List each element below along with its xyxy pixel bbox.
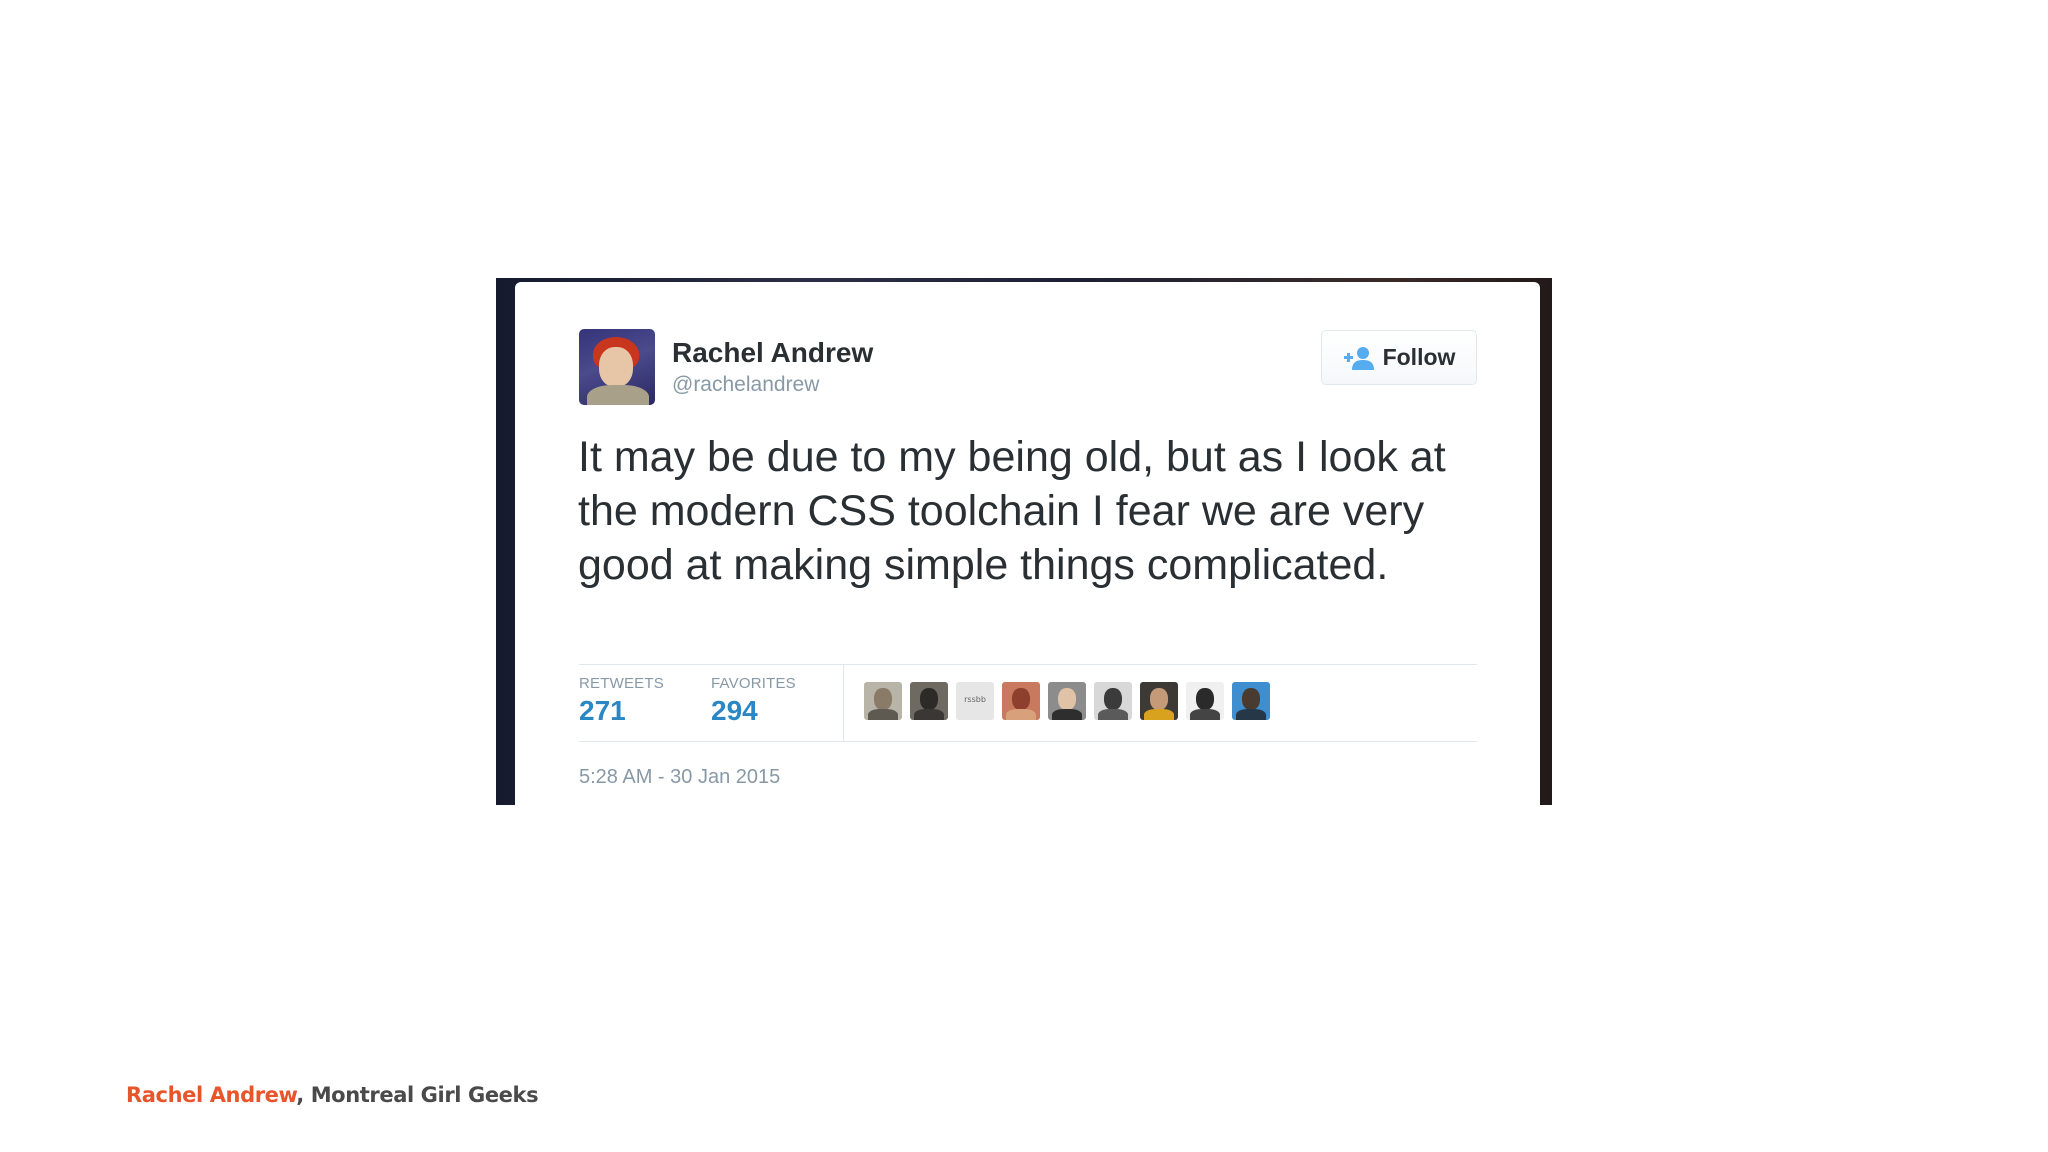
- retweets-label: RETWEETS: [579, 675, 664, 692]
- favoriter-avatar[interactable]: [1048, 682, 1086, 720]
- favoriter-avatar[interactable]: [1002, 682, 1040, 720]
- embedded-tweet: Rachel Andrew @rachelandrew Follow It ma…: [515, 282, 1540, 805]
- favoriters-avatars: rssbb: [864, 682, 1270, 720]
- slide: Rachel Andrew @rachelandrew Follow It ma…: [0, 0, 2048, 1152]
- author-avatar[interactable]: [579, 329, 655, 405]
- tweet-text: It may be due to my being old, but as I …: [578, 433, 1446, 589]
- favoriter-avatar[interactable]: rssbb: [956, 682, 994, 720]
- stats-divider: [843, 665, 844, 741]
- retweets-stat[interactable]: RETWEETS 271: [579, 675, 664, 727]
- favorites-count: 294: [711, 695, 758, 726]
- favoriter-avatar[interactable]: [1094, 682, 1132, 720]
- favoriter-logo-text: rssbb: [964, 695, 986, 704]
- favorites-label: FAVORITES: [711, 675, 796, 692]
- favoriter-avatar[interactable]: [864, 682, 902, 720]
- author-display-name[interactable]: Rachel Andrew: [672, 337, 873, 369]
- footer-author: Rachel Andrew: [126, 1083, 297, 1107]
- follow-button-label: Follow: [1382, 344, 1456, 370]
- author-screen-name[interactable]: @rachelandrew: [672, 373, 819, 397]
- add-user-icon: [1343, 346, 1375, 370]
- favoriter-avatar[interactable]: [1186, 682, 1224, 720]
- favoriter-avatar[interactable]: [910, 682, 948, 720]
- favorites-stat[interactable]: FAVORITES 294: [711, 675, 796, 727]
- tweet-stats: RETWEETS 271 FAVORITES 294 rssbb: [579, 664, 1477, 742]
- tweet-header: Rachel Andrew @rachelandrew Follow: [579, 329, 1477, 409]
- slide-footer-credit: Rachel Andrew, Montreal Girl Geeks: [126, 1083, 539, 1107]
- favoriter-avatar[interactable]: [1232, 682, 1270, 720]
- retweets-count: 271: [579, 695, 626, 726]
- favoriter-avatar[interactable]: [1140, 682, 1178, 720]
- tweet-timestamp[interactable]: 5:28 AM - 30 Jan 2015: [579, 766, 780, 789]
- footer-separator: ,: [296, 1083, 311, 1107]
- footer-event: Montreal Girl Geeks: [310, 1083, 539, 1107]
- follow-button[interactable]: Follow: [1321, 330, 1477, 385]
